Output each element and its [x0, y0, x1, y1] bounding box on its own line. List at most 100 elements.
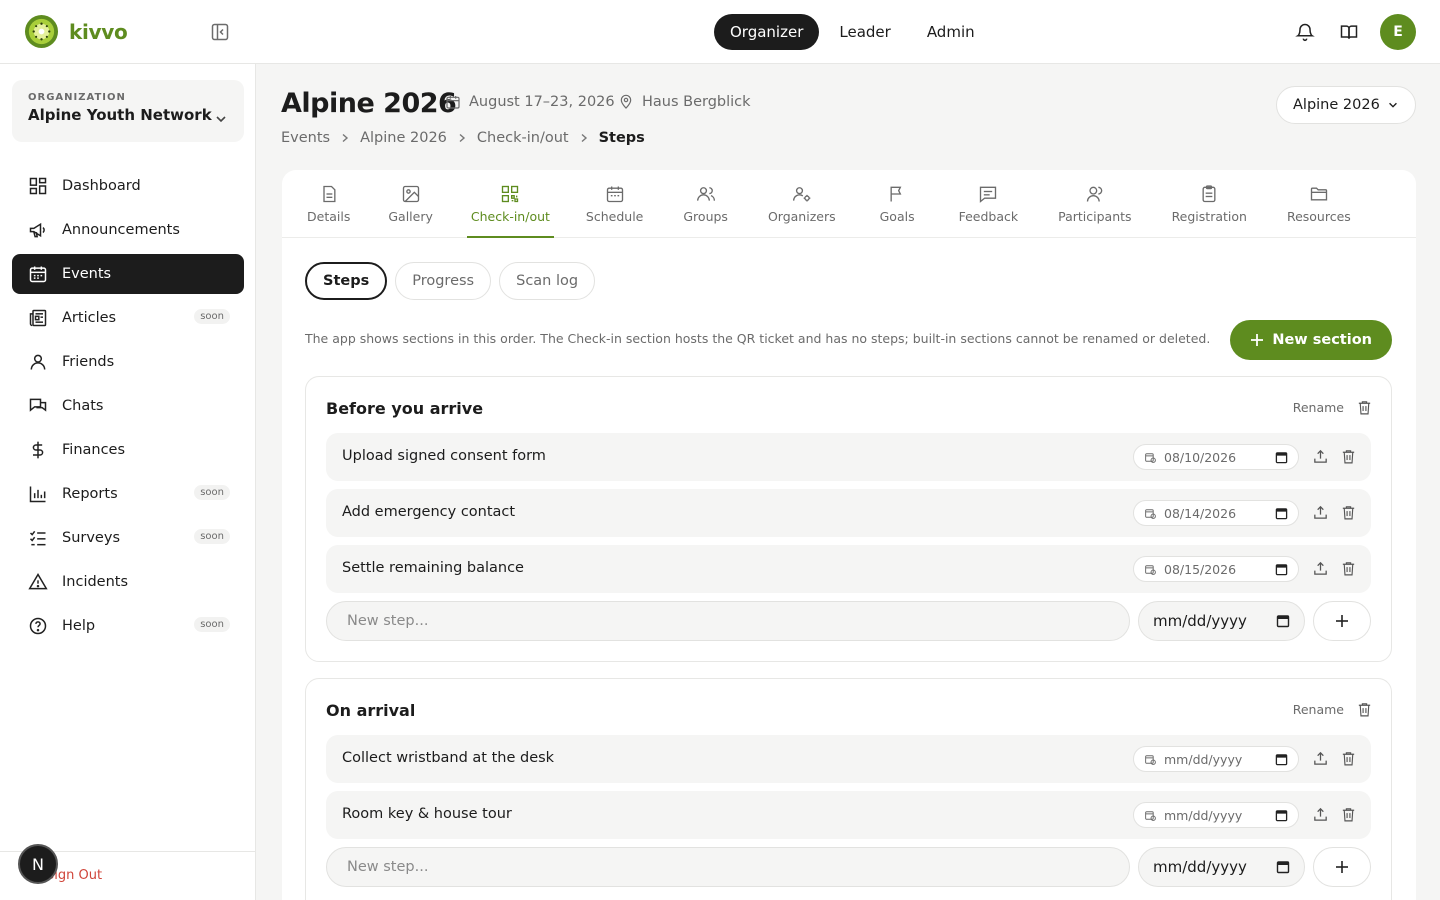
trash-icon[interactable] — [1340, 560, 1357, 577]
section-title: Before you arrive — [326, 399, 484, 418]
book-open-icon[interactable] — [1336, 19, 1362, 45]
subtab-scan-log[interactable]: Scan log — [499, 262, 596, 300]
new-step-date-input[interactable]: mm/dd/yyyy — [1138, 601, 1305, 641]
user-avatar[interactable]: E — [1380, 14, 1416, 50]
trash-icon[interactable] — [1356, 701, 1373, 718]
step-due-date[interactable]: 08/15/2026 — [1133, 556, 1299, 582]
event-selector[interactable]: Alpine 2026 — [1276, 86, 1416, 124]
rename-button[interactable]: Rename — [1293, 702, 1344, 717]
organization-switcher[interactable]: ORGANIZATION Alpine Youth Network — [12, 80, 244, 142]
date-value: 08/15/2026 — [1164, 561, 1237, 577]
new-section-button[interactable]: New section — [1230, 320, 1392, 360]
calendar-clock-icon — [1145, 564, 1156, 575]
event-location-text: Haus Bergblick — [642, 94, 751, 110]
step-row[interactable]: Settle remaining balance 08/15/2026 — [326, 545, 1371, 593]
users-icon — [696, 187, 715, 201]
step-row[interactable]: Upload signed consent form 08/10/2026 — [326, 433, 1371, 481]
add-step-button[interactable] — [1313, 847, 1371, 887]
role-admin[interactable]: Admin — [911, 14, 991, 50]
subtab-steps[interactable]: Steps — [305, 262, 388, 300]
tab-details[interactable]: Details — [303, 170, 354, 238]
sign-out-area: Sign Out N — [0, 844, 255, 900]
calendar-picker-icon[interactable] — [1275, 507, 1288, 520]
tab-resources[interactable]: Resources — [1283, 170, 1355, 238]
subtab-progress[interactable]: Progress — [395, 262, 492, 300]
dev-tools-badge[interactable]: N — [18, 844, 58, 884]
step-due-date[interactable]: mm/dd/yyyy — [1133, 802, 1299, 828]
step-row[interactable]: Add emergency contact 08/14/2026 — [326, 489, 1371, 537]
tab-schedule[interactable]: Schedule — [582, 170, 647, 238]
step-due-date[interactable]: 08/14/2026 — [1133, 500, 1299, 526]
calendar-picker-icon[interactable] — [1275, 809, 1288, 822]
new-step-date-input[interactable]: mm/dd/yyyy — [1138, 847, 1305, 887]
sidebar-item-dashboard[interactable]: Dashboard — [12, 166, 244, 206]
sidebar-item-reports[interactable]: Reports soon — [12, 474, 244, 514]
sidebar-item-friends[interactable]: Friends — [12, 342, 244, 382]
role-leader[interactable]: Leader — [823, 14, 906, 50]
sidebar: ORGANIZATION Alpine Youth Network Dashbo… — [0, 64, 256, 900]
main-content: Alpine 2026 August 17–23, 2026 Haus Berg… — [258, 64, 1440, 900]
upload-icon[interactable] — [1312, 560, 1329, 577]
sidebar-item-incidents[interactable]: Incidents — [12, 562, 244, 602]
date-value: 08/10/2026 — [1164, 449, 1237, 465]
sidebar-item-chats[interactable]: Chats — [12, 386, 244, 426]
upload-icon[interactable] — [1312, 806, 1329, 823]
plus-icon — [1336, 861, 1348, 873]
calendar-picker-icon[interactable] — [1276, 860, 1290, 874]
upload-icon[interactable] — [1312, 448, 1329, 465]
upload-icon[interactable] — [1312, 750, 1329, 767]
step-row[interactable]: Room key & house tour mm/dd/yyyy — [326, 791, 1371, 839]
bell-icon[interactable] — [1292, 19, 1318, 45]
help-icon — [29, 617, 47, 635]
tab-label: Resources — [1286, 209, 1351, 224]
tab-check-in-out[interactable]: Check-in/out — [466, 170, 554, 238]
calendar-picker-icon[interactable] — [1276, 614, 1290, 628]
sidebar-item-events[interactable]: Events — [12, 254, 244, 294]
tab-feedback[interactable]: Feedback — [955, 170, 1023, 238]
megaphone-icon — [29, 222, 45, 238]
tab-goals[interactable]: Goals — [876, 170, 919, 238]
step-due-date[interactable]: mm/dd/yyyy — [1133, 746, 1299, 772]
tab-registration[interactable]: Registration — [1168, 170, 1251, 238]
new-section-label: New section — [1272, 332, 1372, 348]
tab-gallery[interactable]: Gallery — [384, 170, 437, 238]
brand[interactable]: kivvo — [24, 14, 128, 49]
trash-icon[interactable] — [1340, 504, 1357, 521]
document-icon — [323, 185, 336, 203]
breadcrumb-event[interactable]: Alpine 2026 — [360, 130, 447, 146]
sidebar-collapse-icon[interactable] — [210, 22, 230, 42]
role-organizer[interactable]: Organizer — [714, 14, 820, 50]
plus-icon — [1336, 615, 1348, 627]
sidebar-item-label: Friends — [62, 354, 115, 370]
tab-label: Participants — [1058, 209, 1132, 224]
calendar-picker-icon[interactable] — [1275, 753, 1288, 766]
upload-icon[interactable] — [1312, 504, 1329, 521]
step-due-date[interactable]: 08/10/2026 — [1133, 444, 1299, 470]
tab-organizers[interactable]: Organizers — [764, 170, 840, 238]
trash-icon[interactable] — [1340, 448, 1357, 465]
sidebar-item-help[interactable]: Help soon — [12, 606, 244, 646]
new-step-input[interactable]: New step... — [326, 847, 1130, 887]
sidebar-item-announcements[interactable]: Announcements — [12, 210, 244, 250]
step-label: Collect wristband at the desk — [342, 750, 555, 766]
new-step-input[interactable]: New step... — [326, 601, 1130, 641]
sidebar-item-surveys[interactable]: Surveys soon — [12, 518, 244, 558]
add-step-button[interactable] — [1313, 601, 1371, 641]
tab-label: Organizers — [767, 209, 836, 224]
trash-icon[interactable] — [1340, 750, 1357, 767]
breadcrumb-checkin[interactable]: Check-in/out — [477, 130, 569, 146]
step-row[interactable]: Collect wristband at the desk mm/dd/yyyy — [326, 735, 1371, 783]
trash-icon[interactable] — [1340, 806, 1357, 823]
calendar-picker-icon[interactable] — [1275, 563, 1288, 576]
role-switcher: Organizer Leader Admin — [714, 14, 991, 50]
breadcrumb-events[interactable]: Events — [281, 130, 330, 146]
tab-participants[interactable]: Participants — [1054, 170, 1135, 238]
sidebar-item-finances[interactable]: Finances — [12, 430, 244, 470]
event-panel: Details Gallery Check-in/out Schedule Gr… — [282, 170, 1416, 900]
tab-groups[interactable]: Groups — [679, 170, 732, 238]
step-label: Room key & house tour — [342, 806, 512, 822]
sidebar-item-articles[interactable]: Articles soon — [12, 298, 244, 338]
calendar-picker-icon[interactable] — [1275, 451, 1288, 464]
trash-icon[interactable] — [1356, 399, 1373, 416]
rename-button[interactable]: Rename — [1293, 400, 1344, 415]
